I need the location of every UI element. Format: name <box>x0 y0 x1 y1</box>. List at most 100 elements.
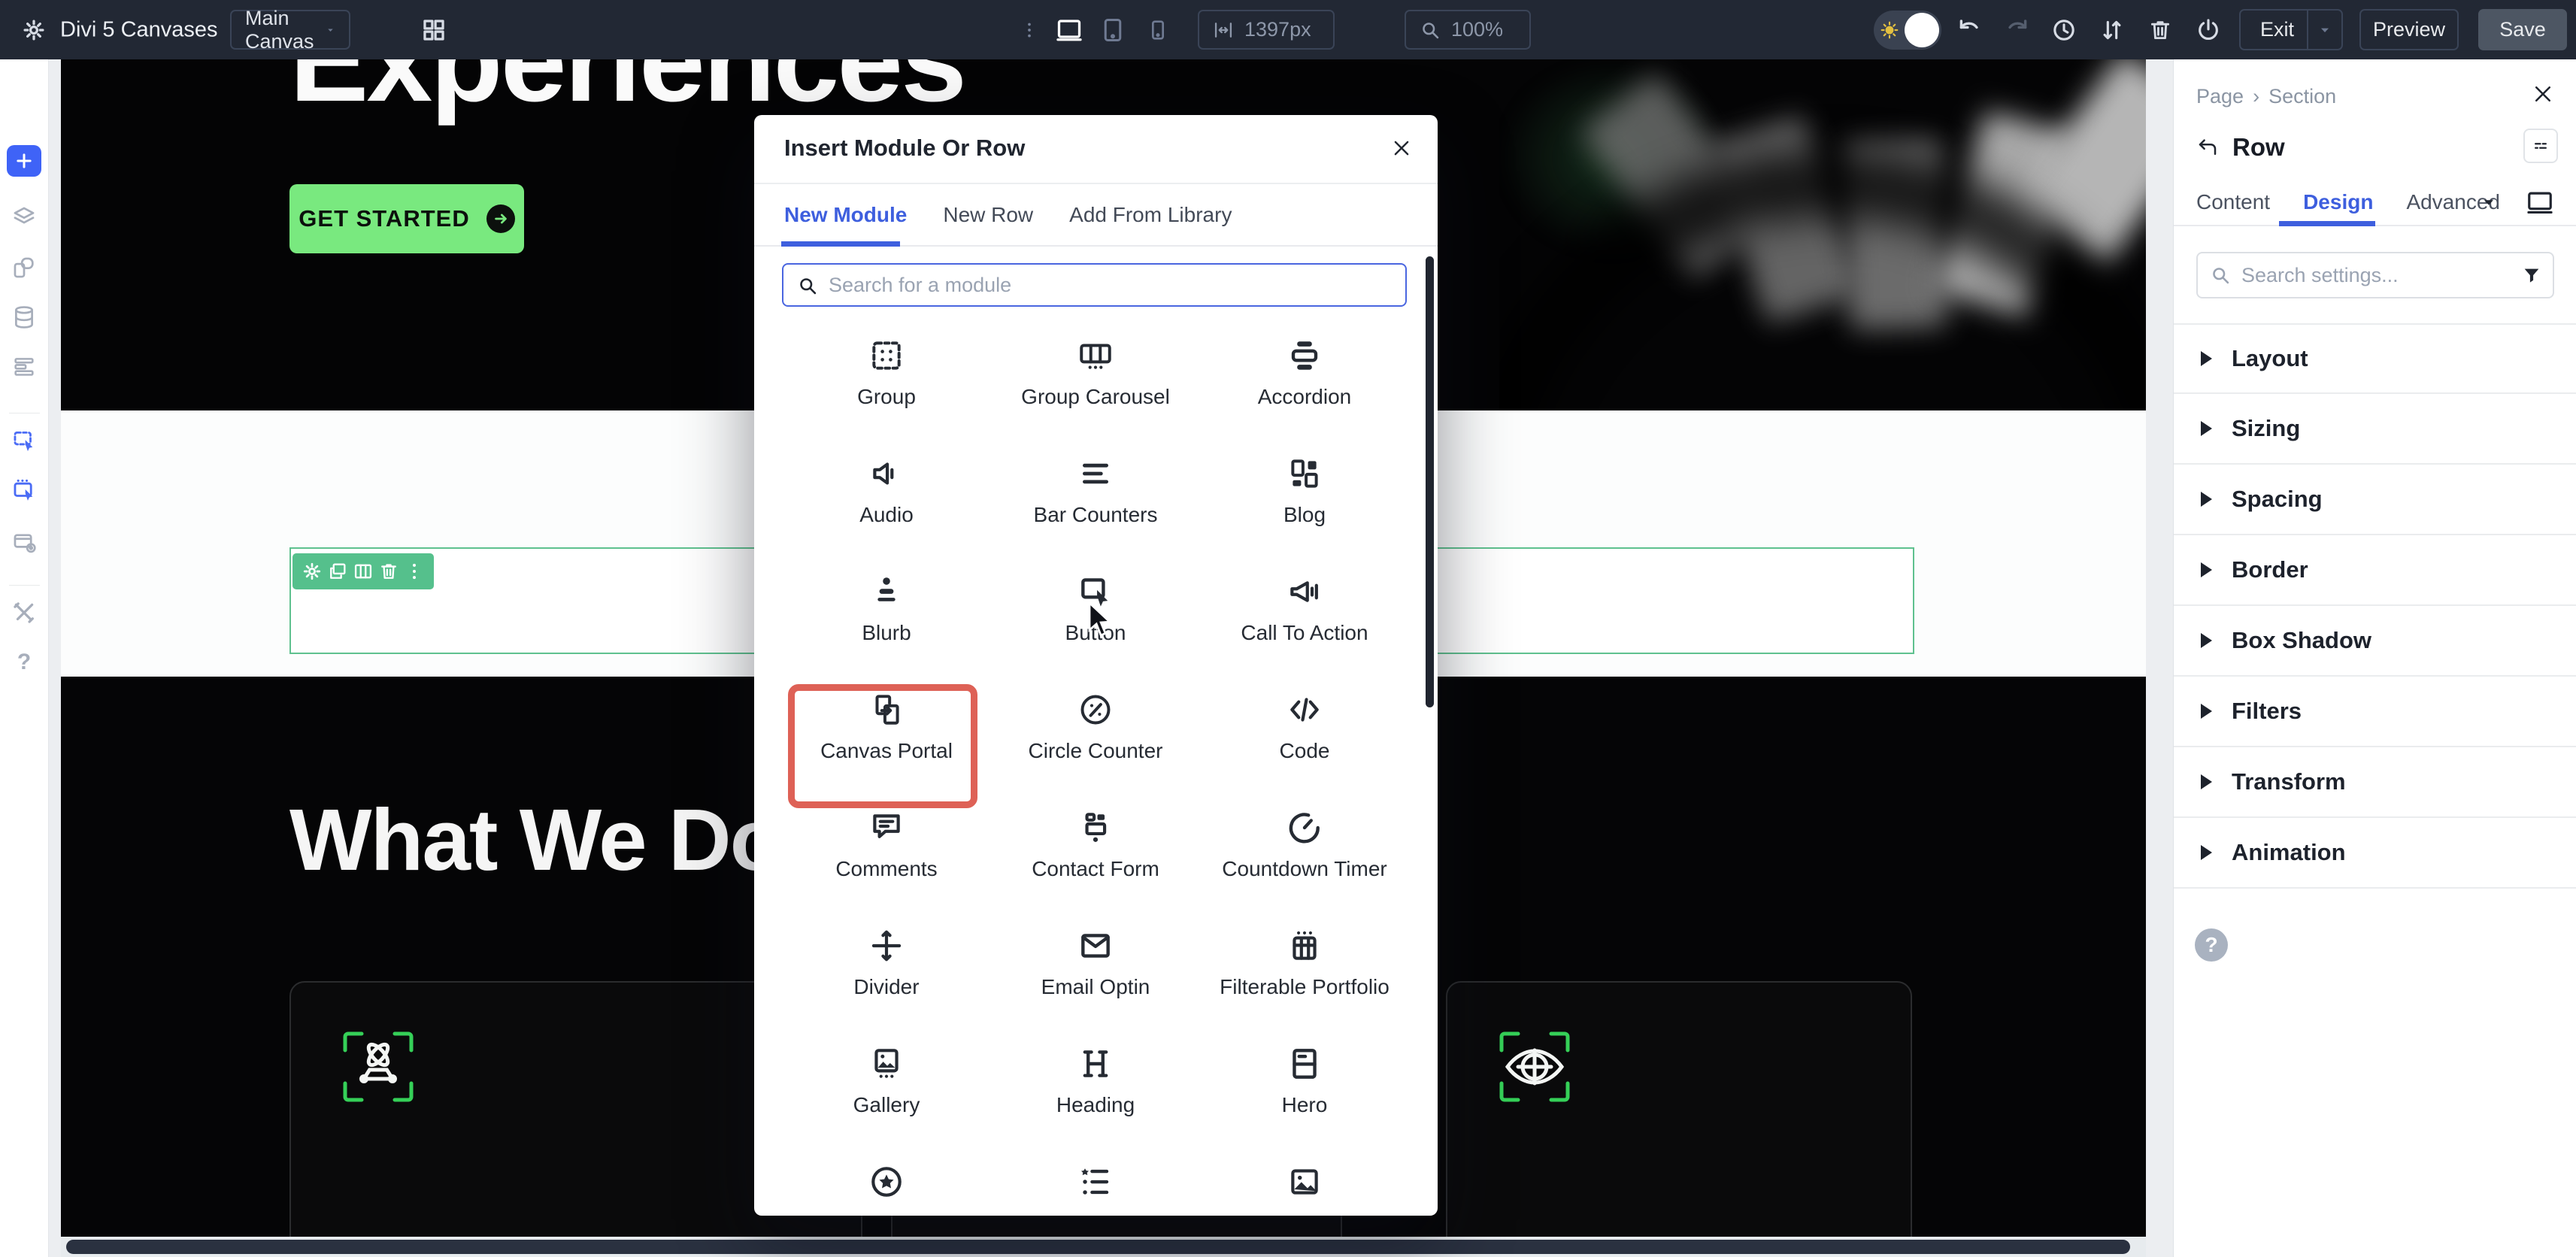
exit-button[interactable]: Exit <box>2239 9 2343 50</box>
settings-section-box-shadow[interactable]: Box Shadow <box>2174 606 2576 677</box>
module-item-divider[interactable]: Divider <box>782 927 991 1045</box>
canvas-portal-icon <box>868 691 905 728</box>
export-icon[interactable] <box>2196 17 2221 43</box>
get-started-button[interactable]: GET STARTED <box>289 184 524 253</box>
desktop-view-icon[interactable] <box>1053 17 1086 44</box>
desktop-preview-icon[interactable] <box>2523 188 2556 217</box>
breadcrumb-page[interactable]: Page <box>2196 85 2244 108</box>
save-button[interactable]: Save <box>2478 9 2567 50</box>
module-item-canvas-portal[interactable]: Canvas Portal <box>782 691 991 809</box>
sidebar-item-clone-view[interactable] <box>11 529 37 555</box>
zoom-field[interactable]: 100% <box>1405 10 1531 50</box>
theme-toggle[interactable] <box>1874 11 1941 50</box>
module-item-icon-list[interactable] <box>991 1163 1200 1216</box>
sidebar-item-help[interactable]: ? <box>11 650 37 675</box>
help-button[interactable]: ? <box>2195 928 2228 962</box>
database-icon <box>11 304 37 330</box>
select-a-icon <box>11 428 37 453</box>
canvas-width-field[interactable]: 1397px <box>1198 10 1335 50</box>
canvas-selector-dropdown[interactable]: Main Canvas <box>230 10 350 50</box>
duplicate-icon[interactable] <box>327 561 348 582</box>
settings-section-animation[interactable]: Animation <box>2174 818 2576 889</box>
sidebar-item-tools[interactable] <box>11 600 37 625</box>
modal-scrollbar-thumb[interactable] <box>1426 256 1434 707</box>
tab-design[interactable]: Design <box>2303 190 2373 214</box>
icon-star-icon <box>868 1163 905 1201</box>
trash-icon[interactable] <box>2147 17 2173 43</box>
module-label: Accordion <box>1258 385 1352 409</box>
more-options-icon[interactable] <box>1020 19 1039 41</box>
module-label: Divider <box>853 975 919 999</box>
canvas-width-value: 1397px <box>1244 18 1311 41</box>
undo-icon[interactable] <box>1956 17 1982 43</box>
sidebar-item-select-row[interactable] <box>11 477 37 502</box>
chevron-down-icon[interactable] <box>2317 23 2332 38</box>
preset-options-icon[interactable] <box>2523 129 2558 163</box>
group-carousel-icon <box>1077 337 1114 374</box>
module-item-hero[interactable]: Hero <box>1200 1045 1409 1163</box>
module-item-blog[interactable]: Blog <box>1200 455 1409 573</box>
settings-section-sizing[interactable]: Sizing <box>2174 394 2576 465</box>
sidebar-item-add-module[interactable] <box>7 145 41 177</box>
module-item-image[interactable] <box>1200 1163 1409 1216</box>
module-item-email-optin[interactable]: Email Optin <box>991 927 1200 1045</box>
call-to-action-icon <box>1286 573 1323 610</box>
module-item-group-carousel[interactable]: Group Carousel <box>991 337 1200 455</box>
window-badge-icon <box>11 529 37 555</box>
horizontal-scrollbar[interactable] <box>61 1237 2146 1257</box>
history-clock-icon[interactable] <box>2051 17 2077 43</box>
module-item-gallery[interactable]: Gallery <box>782 1045 991 1163</box>
module-item-code[interactable]: Code <box>1200 691 1409 809</box>
module-item-comments[interactable]: Comments <box>782 809 991 927</box>
chevron-down-icon[interactable] <box>2480 193 2498 211</box>
preview-button[interactable]: Preview <box>2359 9 2459 50</box>
columns-icon[interactable] <box>353 561 374 582</box>
sidebar-item-database[interactable] <box>11 304 37 330</box>
module-item-audio[interactable]: Audio <box>782 455 991 573</box>
module-item-group[interactable]: Group <box>782 337 991 455</box>
close-icon[interactable] <box>2529 80 2556 108</box>
sidebar-item-pages[interactable] <box>11 255 37 280</box>
module-item-heading[interactable]: Heading <box>991 1045 1200 1163</box>
module-item-countdown-timer[interactable]: Countdown Timer <box>1200 809 1409 927</box>
settings-section-transform[interactable]: Transform <box>2174 747 2576 818</box>
redo-icon[interactable] <box>2005 17 2030 43</box>
feature-card[interactable]: Wearable Augmented Reality <box>1446 981 1912 1237</box>
bar-counters-icon <box>1077 455 1114 492</box>
module-item-bar-counters[interactable]: Bar Counters <box>991 455 1200 573</box>
module-item-icon-star[interactable] <box>782 1163 991 1216</box>
module-item-circle-counter[interactable]: Circle Counter <box>991 691 1200 809</box>
ar-api-icon <box>339 1028 417 1106</box>
sidebar-item-layers[interactable] <box>11 204 37 230</box>
breadcrumb-section[interactable]: Section <box>2268 85 2336 108</box>
settings-section-border[interactable]: Border <box>2174 535 2576 606</box>
tablet-view-icon[interactable] <box>1099 16 1126 44</box>
filter-funnel-icon[interactable] <box>2521 265 2542 286</box>
settings-section-layout[interactable]: Layout <box>2174 323 2576 394</box>
settings-section-filters[interactable]: Filters <box>2174 677 2576 747</box>
trash-icon[interactable] <box>378 561 399 582</box>
module-item-call-to-action[interactable]: Call To Action <box>1200 573 1409 691</box>
tab-content[interactable]: Content <box>2196 190 2270 214</box>
module-item-blurb[interactable]: Blurb <box>782 573 991 691</box>
dots-v-icon[interactable] <box>404 561 425 582</box>
sidebar-item-wireframe[interactable] <box>11 354 37 380</box>
sort-arrows-icon[interactable] <box>2099 17 2125 43</box>
settings-search-input[interactable] <box>2241 253 2497 297</box>
module-item-button[interactable]: Button <box>991 573 1200 691</box>
module-label: Countdown Timer <box>1222 857 1386 881</box>
icon-list-icon <box>1077 1163 1114 1201</box>
back-arrow-icon[interactable] <box>2196 136 2219 159</box>
scrollbar-thumb[interactable] <box>66 1240 2130 1254</box>
module-item-contact-form[interactable]: Contact Form <box>991 809 1200 927</box>
settings-gear-icon[interactable] <box>21 17 47 43</box>
gear-icon[interactable] <box>302 561 323 582</box>
phone-view-icon[interactable] <box>1146 17 1170 43</box>
module-item-filterable-portfolio[interactable]: Filterable Portfolio <box>1200 927 1409 1045</box>
module-label: Button <box>1065 621 1126 645</box>
canvas-grid-icon[interactable] <box>421 17 447 43</box>
audio-icon <box>868 455 905 492</box>
settings-section-spacing[interactable]: Spacing <box>2174 465 2576 535</box>
module-item-accordion[interactable]: Accordion <box>1200 337 1409 455</box>
sidebar-item-select-module[interactable] <box>11 428 37 453</box>
